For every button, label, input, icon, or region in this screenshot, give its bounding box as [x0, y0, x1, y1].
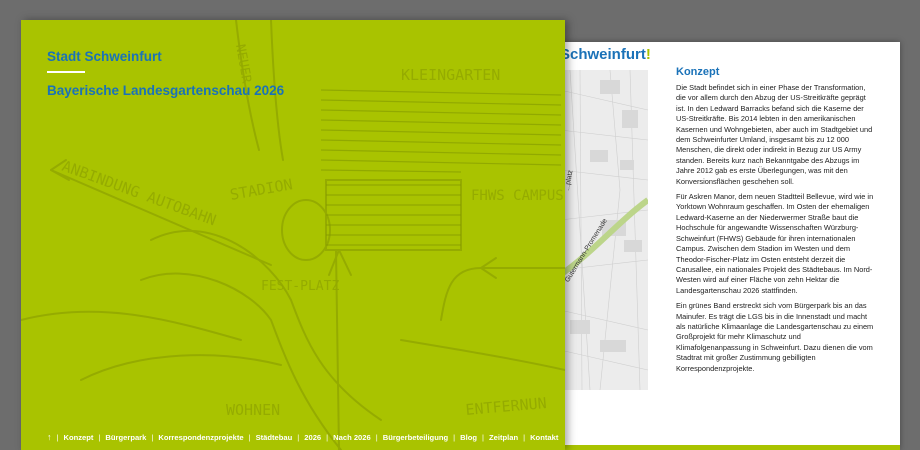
site-map: ...platz Gutermann-Promenade: [560, 70, 648, 390]
nav-link-zeitplan[interactable]: Zeitplan: [489, 433, 518, 442]
sketch-label-wohnen: WOHNEN: [226, 401, 280, 419]
nav-link-konzept[interactable]: Konzept: [63, 433, 93, 442]
map-graphic: [560, 70, 648, 390]
nav-link-buergerpark[interactable]: Bürgerpark: [105, 433, 146, 442]
sketch-label-entfernung: ENTFERNUN: [465, 394, 548, 419]
section-title: Konzept: [676, 66, 720, 78]
sketch-label-fhws: FHWS CAMPUS 2: [471, 188, 565, 204]
nav-link-2026[interactable]: 2026: [304, 433, 321, 442]
brand-divider: [47, 71, 85, 73]
sketch-label-autobahn: ANBINDUNG AUTOBAHN: [60, 157, 219, 230]
back-page-title: Schweinfurt!: [560, 46, 651, 63]
nav-link-korrespondenzprojekte[interactable]: Korrespondenzprojekte: [158, 433, 243, 442]
sketch-label-neuer: NEUER: [232, 43, 254, 84]
concept-text: Konzept Die Stadt befindet sich in einer…: [676, 66, 874, 379]
sketch-label-kleingarten: KLEINGARTEN: [401, 66, 500, 84]
nav-link-buergerbeteiligung[interactable]: Bürgerbeteiligung: [383, 433, 448, 442]
footer-nav: ↑ | Konzept | Bürgerpark | Korrespondenz…: [47, 432, 559, 442]
sketch-label-stadion: STADION: [229, 175, 294, 204]
nav-link-blog[interactable]: Blog: [460, 433, 477, 442]
paragraph: Für Askren Manor, dem neuen Stadtteil Be…: [676, 192, 874, 295]
paragraph: Die Stadt befindet sich in einer Phase d…: [676, 83, 873, 186]
nav-link-staedtebau[interactable]: Städtebau: [256, 433, 293, 442]
front-page: KLEINGARTEN ANBINDUNG AUTOBAHN STADION F…: [21, 20, 565, 450]
page-subtitle: Bayerische Landesgartenschau 2026: [47, 83, 285, 98]
paragraph: Ein grünes Band erstreckt sich vom Bürge…: [676, 301, 874, 373]
back-page: Schweinfurt! ...platz Gutermann-Promenad…: [530, 42, 900, 450]
brand-title[interactable]: Stadt Schweinfurt: [47, 49, 162, 64]
arrow-up-icon[interactable]: ↑: [47, 432, 52, 442]
back-page-footer-bar: [560, 445, 900, 450]
nav-link-kontakt[interactable]: Kontakt: [530, 433, 558, 442]
nav-link-nach-2026[interactable]: Nach 2026: [333, 433, 371, 442]
sketch-label-festplatz: FEST-PLATZ: [261, 279, 339, 294]
